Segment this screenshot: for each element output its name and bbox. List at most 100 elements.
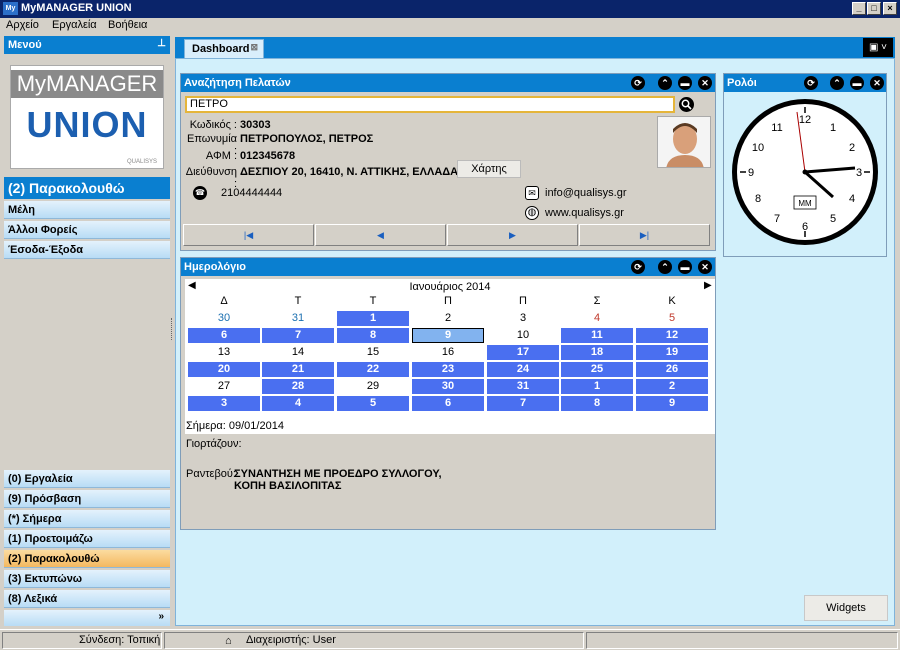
calendar-day-cell[interactable]: 8 — [337, 328, 409, 343]
calendar-day-cell[interactable]: 15 — [337, 345, 409, 360]
minimize-button[interactable]: _ — [852, 2, 866, 15]
minimize-panel-icon[interactable]: ▬ — [678, 260, 692, 274]
app-logo: MyMANAGER UNION QUALISYS — [10, 65, 164, 169]
globe-icon: ◍ — [525, 206, 539, 220]
calendar-day-cell[interactable]: 7 — [487, 396, 559, 411]
widgets-button[interactable]: Widgets — [804, 595, 888, 621]
splitter-handle[interactable] — [171, 318, 173, 340]
customer-search-input[interactable]: ΠΕΤΡΟ — [185, 96, 675, 113]
email-value[interactable]: info@qualisys.gr — [545, 187, 626, 199]
minimize-panel-icon[interactable]: ▬ — [678, 76, 692, 90]
next-record-button[interactable]: ▶ — [447, 224, 578, 246]
calendar-day-cell[interactable]: 14 — [262, 345, 334, 360]
refresh-icon[interactable]: ⟳ — [631, 76, 645, 90]
dashboard-area: Αναζήτηση Πελατών ⟳ ⌃ ▬ ✕ ΠΕΤΡΟ Κωδικός … — [175, 58, 895, 626]
collapse-icon[interactable]: ⌃ — [658, 76, 672, 90]
previous-record-button[interactable]: ◀ — [315, 224, 446, 246]
calendar-day-cell[interactable]: 29 — [337, 379, 409, 394]
calendar-day-cell[interactable]: 2 — [636, 379, 708, 394]
calendar-day-cell[interactable]: 13 — [188, 345, 260, 360]
minimize-panel-icon[interactable]: ▬ — [850, 76, 864, 90]
calendar-day-cell[interactable]: 4 — [262, 396, 334, 411]
tab-menu-button[interactable]: ▣ ˅ — [863, 38, 893, 57]
collapse-icon[interactable]: ⌃ — [658, 260, 672, 274]
close-panel-icon[interactable]: ✕ — [698, 76, 712, 90]
sidebar-item-members[interactable]: Μέλη — [4, 201, 170, 219]
last-record-button[interactable]: ▶| — [579, 224, 710, 246]
calendar-day-cell[interactable]: 24 — [487, 362, 559, 377]
calendar-day-cell[interactable]: 6 — [412, 396, 484, 411]
map-button[interactable]: Χάρτης — [457, 160, 521, 178]
collapse-icon[interactable]: ⌃ — [830, 76, 844, 90]
logo-main-text: UNION — [15, 100, 159, 150]
sidebar-item-income-expenses[interactable]: Έσοδα-Έξοδα — [4, 241, 170, 259]
menu-file[interactable]: Αρχείο — [6, 19, 39, 31]
calendar-day-cell[interactable]: 1 — [337, 311, 409, 326]
calendar-day-cell[interactable]: 6 — [188, 328, 260, 343]
sidebar-item-today[interactable]: (*) Σήμερα — [4, 510, 170, 528]
calendar-day-cell[interactable]: 21 — [262, 362, 334, 377]
calendar-day-cell[interactable]: 31 — [487, 379, 559, 394]
calendar-day-cell[interactable]: 7 — [262, 328, 334, 343]
calendar-day-cell[interactable]: 23 — [412, 362, 484, 377]
calendar-day-cell[interactable]: 8 — [561, 396, 633, 411]
calendar-day-cell[interactable]: 19 — [636, 345, 708, 360]
sidebar-item-print[interactable]: (3) Εκτυπώνω — [4, 570, 170, 588]
calendar-day-cell[interactable]: 5 — [337, 396, 409, 411]
next-month-arrow[interactable]: ▶ — [704, 280, 712, 291]
close-button[interactable]: × — [883, 2, 897, 15]
menu-help[interactable]: Βοήθεια — [108, 19, 147, 31]
calendar-day-cell[interactable]: 28 — [262, 379, 334, 394]
calendar-day-cell[interactable]: 11 — [561, 328, 633, 343]
calendar-day-cell[interactable]: 9 — [636, 396, 708, 411]
calendar-day-cell[interactable]: 16 — [412, 345, 484, 360]
calendar-day-cell[interactable]: 18 — [561, 345, 633, 360]
calendar-day-cell[interactable]: 26 — [636, 362, 708, 377]
calendar-day-cell[interactable]: 27 — [188, 379, 260, 394]
phone-icon: ☎ — [193, 186, 207, 200]
sidebar-item-prepare[interactable]: (1) Προετοιμάζω — [4, 530, 170, 548]
menu-tools[interactable]: Εργαλεία — [52, 19, 97, 31]
sidebar-item-other-organizations[interactable]: Άλλοι Φορείς — [4, 221, 170, 239]
calendar-day-cell[interactable]: 9 — [412, 328, 484, 343]
tab-close-icon[interactable]: ⊠ — [250, 42, 258, 53]
calendar-day-cell[interactable]: 12 — [636, 328, 708, 343]
sidebar-item-tools[interactable]: (0) Εργαλεία — [4, 470, 170, 488]
calendar-day-cell[interactable]: 2 — [412, 311, 484, 326]
name-value: ΠΕΤΡΟΠΟΥΛΟΣ, ΠΕΤΡΟΣ — [240, 133, 374, 145]
pin-icon[interactable]: ⊥ — [157, 38, 166, 49]
refresh-icon[interactable]: ⟳ — [804, 76, 818, 90]
calendar-day-cell[interactable]: 1 — [561, 379, 633, 394]
calendar-day-cell[interactable]: 17 — [487, 345, 559, 360]
tab-dashboard[interactable]: Dashboard ⊠ — [184, 39, 264, 58]
close-panel-icon[interactable]: ✕ — [870, 76, 884, 90]
calendar-day-cell[interactable]: 25 — [561, 362, 633, 377]
connection-status: Σύνδεση: Τοπική — [2, 632, 162, 649]
sidebar-item-monitor[interactable]: (2) Παρακολουθώ — [4, 550, 170, 568]
first-record-button[interactable]: |◀ — [183, 224, 314, 246]
svg-text:9: 9 — [748, 167, 754, 179]
refresh-icon[interactable]: ⟳ — [631, 260, 645, 274]
calendar-day-cell[interactable]: 31 — [262, 311, 334, 326]
calendar-day-cell[interactable]: 3 — [188, 396, 260, 411]
calendar-day-cell[interactable]: 10 — [487, 328, 559, 343]
search-icon[interactable] — [679, 97, 694, 112]
calendar-day-cell[interactable]: 30 — [188, 311, 260, 326]
calendar-day-cell[interactable]: 20 — [188, 362, 260, 377]
maximize-button[interactable]: □ — [867, 2, 881, 15]
calendar-day-cell[interactable]: 30 — [412, 379, 484, 394]
sidebar-more-button[interactable]: » — [4, 610, 170, 626]
calendar-day-cell[interactable]: 5 — [636, 311, 708, 326]
svg-text:2: 2 — [849, 142, 855, 154]
calendar-day-of-week: Π — [519, 295, 527, 307]
previous-month-arrow[interactable]: ◀ — [188, 280, 196, 291]
website-value[interactable]: www.qualisys.gr — [545, 207, 624, 219]
tab-strip: Dashboard ⊠ ▣ ˅ — [175, 37, 895, 58]
close-panel-icon[interactable]: ✕ — [698, 260, 712, 274]
calendar-day-cell[interactable]: 4 — [561, 311, 633, 326]
panel-title: Ημερολόγιο — [184, 261, 247, 273]
calendar-day-cell[interactable]: 3 — [487, 311, 559, 326]
sidebar-item-dictionaries[interactable]: (8) Λεξικά — [4, 590, 170, 608]
calendar-day-cell[interactable]: 22 — [337, 362, 409, 377]
sidebar-item-access[interactable]: (9) Πρόσβαση — [4, 490, 170, 508]
